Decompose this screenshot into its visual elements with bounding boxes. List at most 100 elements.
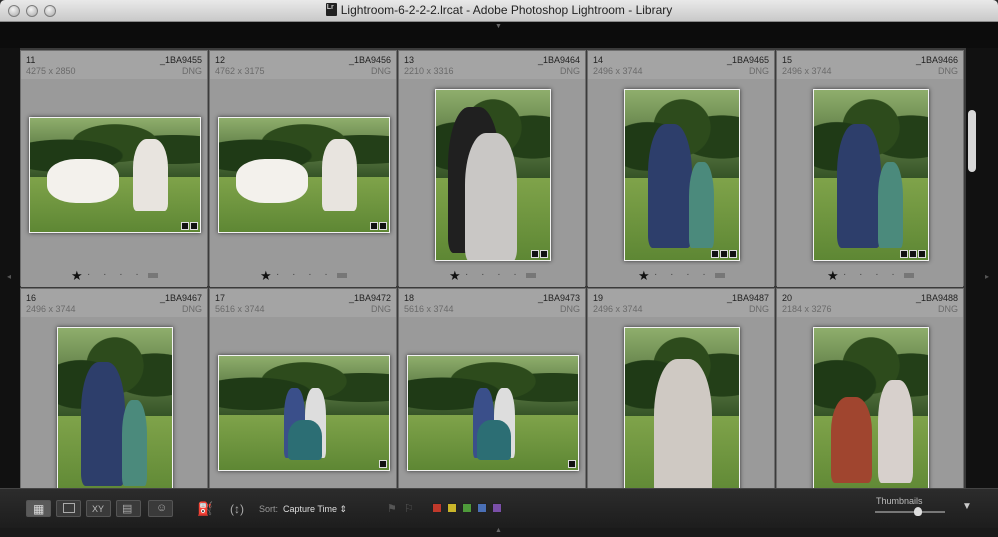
grid-cell[interactable]: 17 _1BA9472 5616 x 3744 DNG [209, 288, 397, 488]
cell-rating-bar[interactable]: ★ · · · · [210, 265, 396, 287]
sort-value: Capture Time [283, 504, 338, 514]
sort-direction-icon[interactable]: (↕) [230, 502, 244, 516]
survey-view-icon: ▤ [122, 503, 133, 515]
cell-index: 18 [404, 293, 415, 303]
photo-thumbnail[interactable] [813, 89, 929, 261]
rating-dots[interactable]: · · · · [465, 269, 522, 280]
metadata-badge-icon[interactable] [711, 250, 719, 258]
left-panel-collapsed[interactable]: ◂ [0, 48, 20, 488]
bottom-panel-collapsed[interactable]: ▲ [0, 527, 998, 537]
person-figure [837, 124, 882, 249]
rating-star-icon[interactable]: ★ [260, 268, 272, 284]
window-title-text: Lightroom-6-2-2-2.lrcat - Adobe Photosho… [340, 3, 673, 17]
expand-right-panel-icon[interactable]: ▸ [985, 272, 989, 281]
cell-rating-bar[interactable]: ★ · · · · [777, 265, 963, 287]
grid-view-button[interactable]: ▦ [26, 500, 51, 517]
cell-index: 14 [593, 55, 604, 65]
cell-filetype: DNG [749, 304, 769, 314]
rating-dots[interactable]: · · · · [654, 269, 711, 280]
photo-thumbnail[interactable] [218, 117, 390, 233]
color-label-swatch[interactable] [492, 503, 502, 513]
right-panel-collapsed[interactable]: ▸ [978, 48, 998, 488]
cell-rating-bar[interactable]: ★ · · · · [588, 265, 774, 287]
metadata-badge-icon[interactable] [190, 222, 198, 230]
slider-knob[interactable] [914, 507, 922, 516]
thumbnail-size-slider[interactable] [875, 507, 945, 516]
painter-spray-icon[interactable]: ⛽ [197, 501, 213, 517]
scrollbar-thumb[interactable] [968, 110, 976, 172]
grid-cell[interactable]: 13 _1BA9464 2210 x 3316 DNG ★ · · · · [398, 50, 586, 287]
cell-dimensions: 2496 x 3744 [593, 66, 643, 76]
color-label-slot[interactable] [904, 273, 914, 278]
metadata-badge-icon[interactable] [181, 222, 189, 230]
metadata-badge-icon[interactable] [379, 222, 387, 230]
cell-rating-bar[interactable]: ★ · · · · [21, 265, 207, 287]
grid-cell[interactable]: 12 _1BA9456 4762 x 3175 DNG ★ · · · · [209, 50, 397, 287]
loupe-view-button[interactable] [56, 500, 81, 517]
color-label-slot[interactable] [337, 273, 347, 278]
color-label-slot[interactable] [526, 273, 536, 278]
toolbar-menu-chevron-icon[interactable]: ▼ [962, 501, 972, 512]
person-figure [476, 419, 512, 461]
color-label-swatch[interactable] [432, 503, 442, 513]
expand-filmstrip-icon[interactable]: ▲ [495, 527, 502, 534]
photo-thumbnail[interactable] [407, 355, 579, 471]
photo-thumbnail[interactable] [813, 327, 929, 488]
photo-thumbnail[interactable] [624, 327, 740, 488]
cell-rating-bar[interactable]: ★ · · · · [399, 265, 585, 287]
cell-dimensions: 2496 x 3744 [782, 66, 832, 76]
metadata-badge-icon[interactable] [900, 250, 908, 258]
person-figure [322, 138, 357, 211]
grid-scrollbar[interactable] [966, 48, 978, 488]
person-figure [877, 379, 913, 483]
color-label-swatch[interactable] [447, 503, 457, 513]
grid-cell[interactable]: 11 _1BA9455 4275 x 2850 DNG ★ · · · · [20, 50, 208, 287]
grid-cell[interactable]: 14 _1BA9465 2496 x 3744 DNG ★ · · · · [587, 50, 775, 287]
color-label-swatch[interactable] [462, 503, 472, 513]
rating-star-icon[interactable]: ★ [638, 268, 650, 284]
thumbnail-grid: 11 _1BA9455 4275 x 2850 DNG ★ · · · · 12… [20, 48, 966, 488]
photo-thumbnail[interactable] [57, 327, 173, 488]
expand-left-panel-icon[interactable]: ◂ [7, 272, 11, 281]
cell-index: 16 [26, 293, 37, 303]
metadata-badge-icon[interactable] [540, 250, 548, 258]
color-label-slot[interactable] [148, 273, 158, 278]
rating-dots[interactable]: · · · · [843, 269, 900, 280]
people-view-button[interactable]: ☺ [148, 500, 173, 517]
window-title: Lightroom-6-2-2-2.lrcat - Adobe Photosho… [0, 3, 998, 17]
expand-top-panel-icon[interactable]: ▼ [495, 23, 502, 30]
compare-view-button[interactable]: XY [86, 500, 111, 517]
metadata-badge-icon[interactable] [918, 250, 926, 258]
photo-thumbnail[interactable] [218, 355, 390, 471]
metadata-badge-icon[interactable] [370, 222, 378, 230]
top-panel-collapsed[interactable]: ▼ [0, 22, 998, 48]
rating-star-icon[interactable]: ★ [449, 268, 461, 284]
rating-dots[interactable]: · · · · [276, 269, 333, 280]
metadata-badge-icon[interactable] [531, 250, 539, 258]
grid-cell[interactable]: 19 _1BA9487 2496 x 3744 DNG [587, 288, 775, 488]
grid-cell[interactable]: 15 _1BA9466 2496 x 3744 DNG ★ · · · · [776, 50, 964, 287]
cell-dimensions: 2210 x 3316 [404, 66, 454, 76]
metadata-badge-icon[interactable] [720, 250, 728, 258]
metadata-badge-icon[interactable] [568, 460, 576, 468]
photo-thumbnail[interactable] [29, 117, 201, 233]
metadata-badge-icon[interactable] [729, 250, 737, 258]
grid-cell[interactable]: 20 _1BA9488 2184 x 3276 DNG [776, 288, 964, 488]
photo-thumbnail[interactable] [624, 89, 740, 261]
badge-group [531, 250, 548, 258]
color-label-swatch[interactable] [477, 503, 487, 513]
grid-cell[interactable]: 16 _1BA9467 2496 x 3744 DNG [20, 288, 208, 488]
rating-star-icon[interactable]: ★ [71, 268, 83, 284]
flag-rejected-icon[interactable]: ⚐ [404, 502, 414, 515]
rating-star-icon[interactable]: ★ [827, 268, 839, 284]
survey-view-button[interactable]: ▤ [116, 500, 141, 517]
photo-thumbnail[interactable] [435, 89, 551, 261]
rating-dots[interactable]: · · · · [87, 269, 144, 280]
color-label-slot[interactable] [715, 273, 725, 278]
person-figure [648, 124, 693, 249]
metadata-badge-icon[interactable] [909, 250, 917, 258]
flag-picked-icon[interactable]: ⚑ [387, 502, 397, 515]
sort-dropdown[interactable]: Capture Time ⇕ [283, 504, 347, 515]
grid-cell[interactable]: 18 _1BA9473 5616 x 3744 DNG [398, 288, 586, 488]
metadata-badge-icon[interactable] [379, 460, 387, 468]
